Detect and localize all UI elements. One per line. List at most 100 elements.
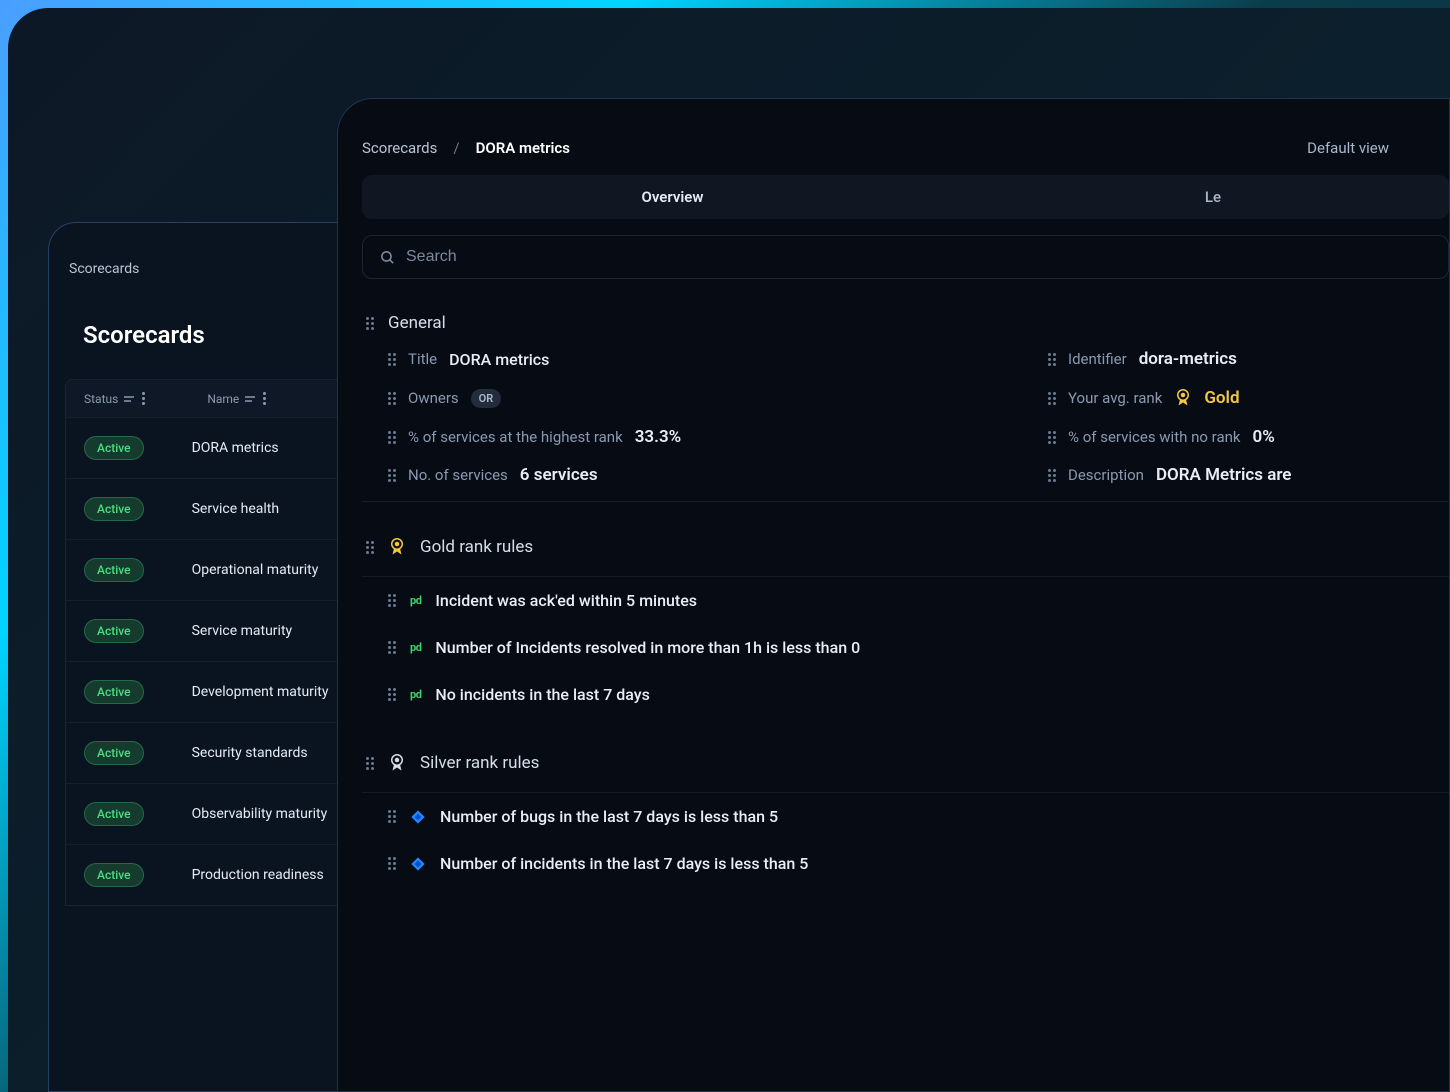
drag-handle-icon[interactable] xyxy=(1048,392,1056,405)
scorecard-name: Development maturity xyxy=(192,684,329,700)
drag-handle-icon[interactable] xyxy=(366,757,374,770)
drag-handle-icon[interactable] xyxy=(1048,431,1056,444)
breadcrumb-separator: / xyxy=(453,139,459,157)
kebab-icon[interactable] xyxy=(140,390,147,407)
column-name[interactable]: Name xyxy=(207,390,268,407)
drag-handle-icon[interactable] xyxy=(1048,469,1056,482)
silver-rules-section: Silver rank rules Number of bugs in the … xyxy=(362,744,1449,887)
field-owners: Owners OR xyxy=(388,387,1008,409)
scorecard-name: Service maturity xyxy=(192,623,293,639)
scorecard-name: Security standards xyxy=(192,745,308,761)
field-pct-highest: % of services at the highest rank 33.3% xyxy=(388,427,1008,447)
column-status[interactable]: Status xyxy=(84,390,147,407)
field-label: Owners xyxy=(408,389,459,407)
field-label: Your avg. rank xyxy=(1068,389,1162,407)
field-label: No. of services xyxy=(408,466,508,484)
rule-row[interactable]: pd Number of Incidents resolved in more t… xyxy=(362,624,1449,671)
status-badge: Active xyxy=(84,863,144,887)
drag-handle-icon[interactable] xyxy=(388,810,396,823)
rule-text: Number of bugs in the last 7 days is les… xyxy=(440,807,778,826)
field-title: Title DORA metrics xyxy=(388,349,1008,369)
tab-overview[interactable]: Overview xyxy=(365,178,980,216)
status-badge: Active xyxy=(84,619,144,643)
medal-gold-icon xyxy=(1174,387,1192,409)
tabs: Overview Le xyxy=(362,175,1449,219)
field-label: Identifier xyxy=(1068,350,1127,368)
scorecard-detail-card: Scorecards / DORA metrics Default view O… xyxy=(337,98,1450,1092)
search-bar[interactable] xyxy=(362,235,1449,279)
field-label: Title xyxy=(408,350,437,368)
section-heading: Gold rank rules xyxy=(420,537,533,557)
rule-text: Incident was ack'ed within 5 minutes xyxy=(435,591,697,610)
column-status-label: Status xyxy=(84,392,118,406)
scorecard-name: Observability maturity xyxy=(192,806,328,822)
field-description: Description DORA Metrics are xyxy=(1048,465,1449,485)
drag-handle-icon[interactable] xyxy=(388,392,396,405)
scorecard-name: Operational maturity xyxy=(192,562,319,578)
gold-rules-section: Gold rank rules pd Incident was ack'ed wi… xyxy=(362,528,1449,718)
rule-text: Number of incidents in the last 7 days i… xyxy=(440,854,808,873)
scorecard-name: DORA metrics xyxy=(192,440,279,456)
field-value: 0% xyxy=(1253,427,1275,447)
drag-handle-icon[interactable] xyxy=(388,469,396,482)
medal-gold-icon xyxy=(388,536,406,558)
breadcrumb: Scorecards / DORA metrics Default view xyxy=(362,129,1449,175)
field-label: % of services at the highest rank xyxy=(408,428,623,446)
search-input[interactable] xyxy=(406,248,1432,266)
sort-icon[interactable] xyxy=(245,396,255,402)
owners-chip[interactable]: OR xyxy=(471,389,502,408)
search-icon xyxy=(379,249,396,266)
drag-handle-icon[interactable] xyxy=(366,541,374,554)
sort-icon[interactable] xyxy=(124,396,134,402)
kebab-icon[interactable] xyxy=(261,390,268,407)
pagerduty-icon: pd xyxy=(410,594,421,607)
view-selector[interactable]: Default view xyxy=(1307,139,1389,157)
rule-text: No incidents in the last 7 days xyxy=(435,685,649,704)
rule-text: Number of Incidents resolved in more tha… xyxy=(435,638,860,657)
field-value: DORA metrics xyxy=(449,350,549,369)
rule-row[interactable]: pd Incident was ack'ed within 5 minutes xyxy=(362,577,1449,624)
pagerduty-icon: pd xyxy=(410,641,421,654)
tab-other[interactable]: Le xyxy=(980,178,1446,216)
rule-row[interactable]: Number of bugs in the last 7 days is les… xyxy=(362,793,1449,840)
drag-handle-icon[interactable] xyxy=(388,641,396,654)
scorecard-name: Production readiness xyxy=(192,867,324,883)
field-value: Gold xyxy=(1204,388,1239,408)
field-value: DORA Metrics are xyxy=(1156,465,1292,485)
rule-row[interactable]: Number of incidents in the last 7 days i… xyxy=(362,840,1449,887)
field-value: 6 services xyxy=(520,465,598,485)
field-label: % of services with no rank xyxy=(1068,428,1241,446)
field-pct-no-rank: % of services with no rank 0% xyxy=(1048,427,1449,447)
general-section: General Title DORA metrics Identifier do… xyxy=(362,305,1449,502)
rule-row[interactable]: pd No incidents in the last 7 days xyxy=(362,671,1449,718)
jira-icon xyxy=(410,856,426,872)
status-badge: Active xyxy=(84,497,144,521)
status-badge: Active xyxy=(84,436,144,460)
breadcrumb-root[interactable]: Scorecards xyxy=(362,139,437,157)
field-value: 33.3% xyxy=(635,427,682,447)
pagerduty-icon: pd xyxy=(410,688,421,701)
status-badge: Active xyxy=(84,741,144,765)
field-num-services: No. of services 6 services xyxy=(388,465,1008,485)
drag-handle-icon[interactable] xyxy=(1048,353,1056,366)
breadcrumb-current: DORA metrics xyxy=(476,139,570,157)
scorecard-name: Service health xyxy=(192,501,279,517)
status-badge: Active xyxy=(84,558,144,582)
drag-handle-icon[interactable] xyxy=(388,353,396,366)
field-identifier: Identifier dora-metrics xyxy=(1048,349,1449,369)
drag-handle-icon[interactable] xyxy=(366,317,374,330)
status-badge: Active xyxy=(84,802,144,826)
drag-handle-icon[interactable] xyxy=(388,857,396,870)
jira-icon xyxy=(410,809,426,825)
section-heading: Silver rank rules xyxy=(420,753,539,773)
column-name-label: Name xyxy=(207,392,239,406)
drag-handle-icon[interactable] xyxy=(388,688,396,701)
drag-handle-icon[interactable] xyxy=(388,431,396,444)
field-avg-rank: Your avg. rank Gold xyxy=(1048,387,1449,409)
field-value: dora-metrics xyxy=(1139,349,1237,369)
field-label: Description xyxy=(1068,466,1144,484)
status-badge: Active xyxy=(84,680,144,704)
medal-silver-icon xyxy=(388,752,406,774)
drag-handle-icon[interactable] xyxy=(388,594,396,607)
section-heading: General xyxy=(388,313,446,333)
